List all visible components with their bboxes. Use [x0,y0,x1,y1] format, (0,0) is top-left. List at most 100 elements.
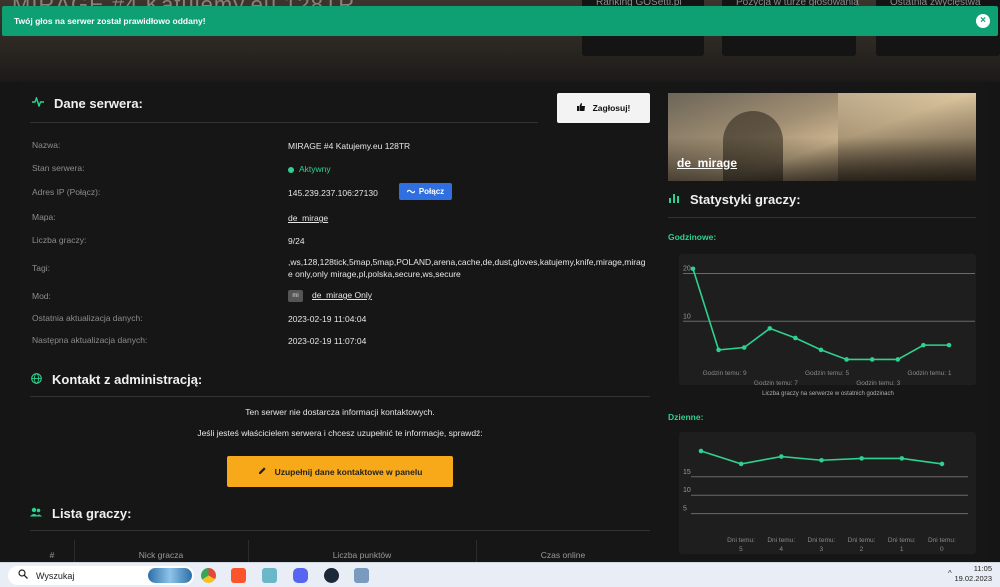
data-point [690,266,696,272]
x-tick-label: Dni temu: [808,537,836,544]
hourly-chart-caption: Liczba graczy na serwerze w ostatnich go… [762,391,894,397]
map-name-link[interactable]: de_mirage [677,156,737,170]
y-tick-label: 5 [683,506,687,513]
x-tick-label: Dni temu: [767,537,795,544]
next-update-value: 2023-02-19 11:07:04 [288,336,367,346]
x-tick-label: Godzin temu: 9 [703,370,747,377]
daily-chart-svg: 51015Dni temu:5Dni temu:4Dni temu:3Dni t… [683,448,968,553]
last-update-value: 2023-02-19 11:04:04 [288,314,367,324]
contact-heading: Kontakt z administracją: [30,372,202,387]
x-tick-label: Dni temu: [928,537,956,544]
brave-icon[interactable] [231,568,246,583]
status-label: Stan serwera: [32,163,85,173]
data-point [859,456,864,461]
contact-info-text: Ten serwer nie dostarcza informacji kont… [245,407,435,417]
data-point [741,345,747,350]
data-point [939,461,945,467]
column-header-online-time[interactable]: Czas online [476,550,650,560]
column-header-points[interactable]: Liczba punktów [248,550,476,560]
data-point [946,342,952,348]
daily-chart: 5 10 15 Dni temu: 5 Dni temu: 4 Dni temu: 3 Dni t… [679,432,976,554]
name-label: Nazwa: [32,140,61,150]
mod-link[interactable]: de_mirage Only [312,290,372,300]
y-tick-label: 10 [683,487,691,494]
divider [30,122,538,123]
mod-value: mi de_mirage Only [288,289,648,302]
bar-chart-icon [668,193,680,206]
x-tick-label: 1 [900,546,904,553]
x-tick-label: Dni temu: [888,537,916,544]
x-tick-label: Godzin temu: 1 [907,370,951,377]
column-header-index[interactable]: # [30,550,74,560]
data-point [716,347,721,353]
data-point [844,357,849,362]
divider [30,396,650,397]
steam-icon[interactable] [324,568,339,583]
next-update-label: Następna aktualizacja danych: [32,335,148,345]
app-icon[interactable] [354,568,369,583]
last-update-label: Ostatnia aktualizacja danych: [32,313,143,323]
taskbar: Wyszukaj ^ 11:05 19.02.2023 [0,562,1000,587]
vote-button[interactable]: Zagłosuj! [557,93,650,123]
x-tick-label: 0 [940,546,944,553]
players-label: Liczba graczy: [32,235,87,245]
chrome-icon[interactable] [201,568,216,583]
name-value: MIRAGE #4 Katujemy.eu 128TR [288,141,411,151]
data-point [738,461,744,467]
status-value: Aktywny [288,163,648,175]
divider [30,530,650,531]
globe-icon [30,372,42,387]
data-point [779,454,784,459]
close-icon[interactable]: × [976,14,990,28]
status-dot-icon [288,166,294,173]
data-point [899,456,905,461]
data-point [698,448,704,454]
x-tick-label: Godzin temu: 3 [856,380,900,385]
toast-message: Twój głos na serwer został prawidłowo od… [14,16,206,26]
success-toast: Twój głos na serwer został prawidłowo od… [2,6,998,36]
search-icon [18,569,28,582]
data-point [793,335,798,341]
daily-title: Dzienne: [668,412,704,422]
app-icon[interactable] [262,568,277,583]
tray-chevron-icon[interactable]: ^ [948,569,952,578]
contact-owner-text: Jeśli jesteś właścicielem serwera i chce… [197,428,483,438]
column-header-nick[interactable]: Nick gracza [74,550,248,560]
x-tick-label: Dni temu: [848,537,876,544]
tags-label: Tagi: [32,263,50,273]
data-point [895,357,901,362]
thumbs-up-icon [576,103,585,113]
map-label: Mapa: [32,212,56,222]
x-tick-label: 4 [779,546,783,553]
edit-icon [258,466,267,477]
data-point [767,326,773,331]
data-point [869,357,875,362]
server-data-heading: Dane serwera: [32,95,143,111]
map-link[interactable]: de_mirage [288,212,348,224]
mod-badge: mi [288,289,303,302]
mod-label: Mod: [32,291,51,301]
x-tick-label: Godzin temu: 5 [805,370,849,377]
x-tick-label: 5 [739,546,743,553]
hourly-chart: 10 20 Godzin temu: 9 Godzin temu: 7 Godzin t… [679,254,976,387]
y-tick-label: 15 [683,469,691,476]
fill-contact-button[interactable]: Uzupełnij dane kontaktowe w panelu [227,456,453,487]
hourly-title: Godzinowe: [668,232,717,242]
connect-button[interactable]: Połącz [399,183,452,200]
tags-value: ,ws,128,128tick,5map,5map,POLAND,arena,c… [288,257,646,279]
data-point [819,457,824,463]
data-point [818,347,824,353]
connect-icon [406,187,416,196]
y-tick-label: 20 [683,266,691,273]
users-icon [30,507,42,520]
clock[interactable]: 11:05 19.02.2023 [954,564,992,584]
map-card[interactable]: de_mirage [668,93,976,181]
ip-value[interactable]: 145.239.237.106:27130 [288,187,398,199]
divider [668,217,976,218]
widgets-icon[interactable] [148,568,192,583]
ip-label: Adres IP (Połącz): [32,187,101,197]
y-tick-label: 10 [683,313,691,320]
stats-heading: Statystyki graczy: [668,192,801,207]
players-list-heading: Lista graczy: [30,506,131,521]
discord-icon[interactable] [293,568,308,583]
